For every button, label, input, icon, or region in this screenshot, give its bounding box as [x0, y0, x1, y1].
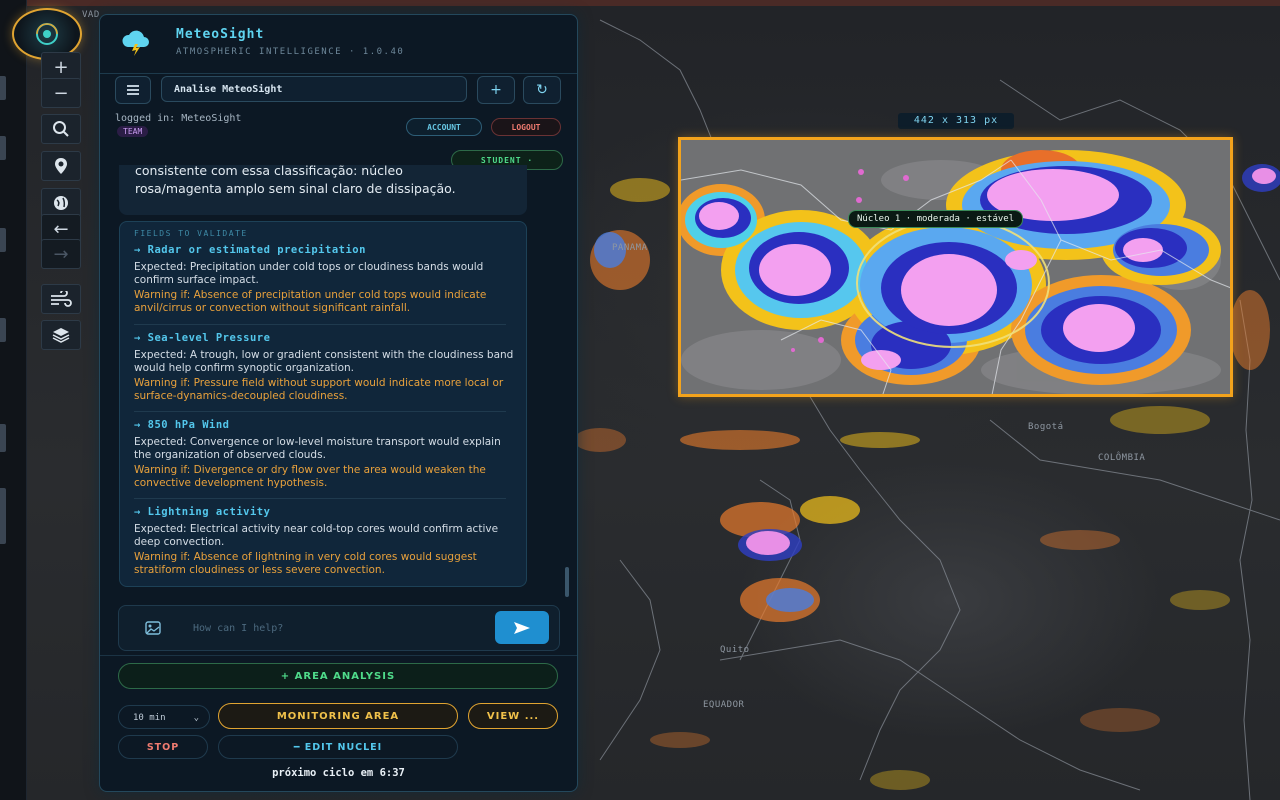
map-label-panama: PANAMA: [612, 243, 648, 253]
left-rail: [0, 0, 27, 800]
rail-marker[interactable]: [0, 76, 6, 100]
app-subtitle: ATMOSPHERIC INTELLIGENCE · 1.0.40: [176, 47, 405, 57]
image-icon[interactable]: [145, 620, 161, 635]
nucleus-label[interactable]: Núcleo 1 · moderada · estável: [848, 210, 1024, 228]
chat-input[interactable]: [191, 614, 495, 642]
field-warning: Warning if: Absence of precipitation und…: [134, 289, 487, 314]
account-button[interactable]: ACCOUNT: [406, 118, 482, 136]
arrow-right-icon[interactable]: →: [41, 239, 81, 269]
field-warning: Warning if: Pressure field without suppo…: [134, 377, 504, 402]
chat-input-box: [118, 605, 560, 651]
field-radar: → Radar or estimated precipitation Expec…: [134, 244, 514, 315]
user-row: logged in: MeteoSight TEAM ACCOUNT LOGOU…: [115, 113, 563, 170]
chat-thread[interactable]: consistente com essa classificação: núcl…: [115, 165, 571, 605]
divider: [100, 655, 577, 656]
field-wind: → 850 hPa Wind Expected: Convergence or …: [134, 419, 514, 490]
field-name: → Sea-level Pressure: [134, 332, 271, 344]
zoom-out-icon[interactable]: −: [41, 78, 81, 108]
analysis-selection-box[interactable]: [678, 137, 1233, 397]
chat-scrollbar[interactable]: [565, 177, 569, 605]
assistant-panel: MeteoSight ATMOSPHERIC INTELLIGENCE · 1.…: [99, 14, 578, 792]
map-label-colombia: COLÔMBIA: [1098, 453, 1146, 463]
interval-select[interactable]: 10 min ⌄: [118, 705, 210, 729]
next-cycle-text: próximo ciclo em 6:37: [272, 767, 405, 779]
field-name: → 850 hPa Wind: [134, 419, 230, 431]
team-badge: TEAM: [117, 126, 149, 137]
layers-icon[interactable]: [41, 320, 81, 350]
field-expected: Expected: A trough, low or gradient cons…: [134, 349, 514, 374]
map-label-quito: Quito: [720, 645, 750, 655]
logout-button[interactable]: LOGOUT: [491, 118, 561, 136]
edit-nuclei-button[interactable]: ━ EDIT NUCLEI: [218, 735, 458, 759]
stop-button[interactable]: STOP: [118, 735, 208, 759]
monitoring-area-button[interactable]: MONITORING AREA: [218, 703, 458, 729]
menu-icon[interactable]: [115, 76, 151, 104]
map-label-bogota: Bogotá: [1028, 422, 1064, 432]
divider: [134, 498, 506, 499]
fields-title: FIELDS TO VALIDATE: [134, 229, 248, 238]
satellite-crop: [681, 140, 1230, 394]
field-warning: Warning if: Absence of lightning in very…: [134, 551, 477, 576]
view-button[interactable]: VIEW ...: [468, 703, 558, 729]
search-icon[interactable]: [41, 114, 81, 144]
map-toolbar: + − ← →: [40, 0, 82, 800]
assistant-message-cut-line: consistente com essa classificação: núcl…: [135, 165, 403, 178]
location-pin-icon[interactable]: [41, 151, 81, 181]
map-label-equador: EQUADOR: [703, 700, 745, 710]
rail-marker[interactable]: [0, 424, 6, 452]
plus-icon[interactable]: +: [477, 76, 515, 104]
panel-header: MeteoSight ATMOSPHERIC INTELLIGENCE · 1.…: [100, 15, 577, 74]
field-name: → Lightning activity: [134, 506, 271, 518]
session-name[interactable]: Analise MeteoSight: [161, 76, 467, 102]
field-name: → Radar or estimated precipitation: [134, 244, 366, 256]
divider: [134, 411, 506, 412]
logged-in-text: logged in: MeteoSight: [115, 113, 242, 124]
chat-scrollbar-thumb[interactable]: [565, 567, 569, 597]
fields-to-validate-card: FIELDS TO VALIDATE → Radar or estimated …: [119, 221, 527, 587]
assistant-message: consistente com essa classificação: núcl…: [119, 165, 527, 215]
field-lightning: → Lightning activity Expected: Electrica…: [134, 506, 514, 577]
divider: [134, 324, 506, 325]
interval-value: 10 min: [133, 713, 166, 723]
app-title: MeteoSight: [176, 27, 265, 42]
assistant-message-text: rosa/magenta amplo sem sinal claro de di…: [135, 181, 456, 196]
field-pressure: → Sea-level Pressure Expected: A trough,…: [134, 332, 514, 403]
wind-icon[interactable]: [41, 284, 81, 314]
refresh-icon[interactable]: ↻: [523, 76, 561, 104]
session-row: Analise MeteoSight + ↻: [115, 76, 563, 104]
field-expected: Expected: Precipitation under cold tops …: [134, 261, 484, 286]
selection-size-label: 442 x 313 px: [898, 113, 1014, 129]
rail-marker[interactable]: [0, 228, 6, 252]
field-warning: Warning if: Divergence or dry flow over …: [134, 464, 486, 489]
chevron-down-icon: ⌄: [193, 713, 199, 723]
field-expected: Expected: Convergence or low-level moist…: [134, 436, 501, 461]
rail-marker[interactable]: [0, 136, 6, 160]
cloud-lightning-icon: [120, 29, 152, 57]
area-analysis-button[interactable]: + AREA ANALYSIS: [118, 663, 558, 689]
top-strip: [0, 0, 1280, 6]
send-icon[interactable]: [495, 611, 549, 644]
map-label-vad: VAD: [82, 10, 100, 20]
rail-marker[interactable]: [0, 488, 6, 544]
field-expected: Expected: Electrical activity near cold-…: [134, 523, 499, 548]
rail-marker[interactable]: [0, 318, 6, 342]
